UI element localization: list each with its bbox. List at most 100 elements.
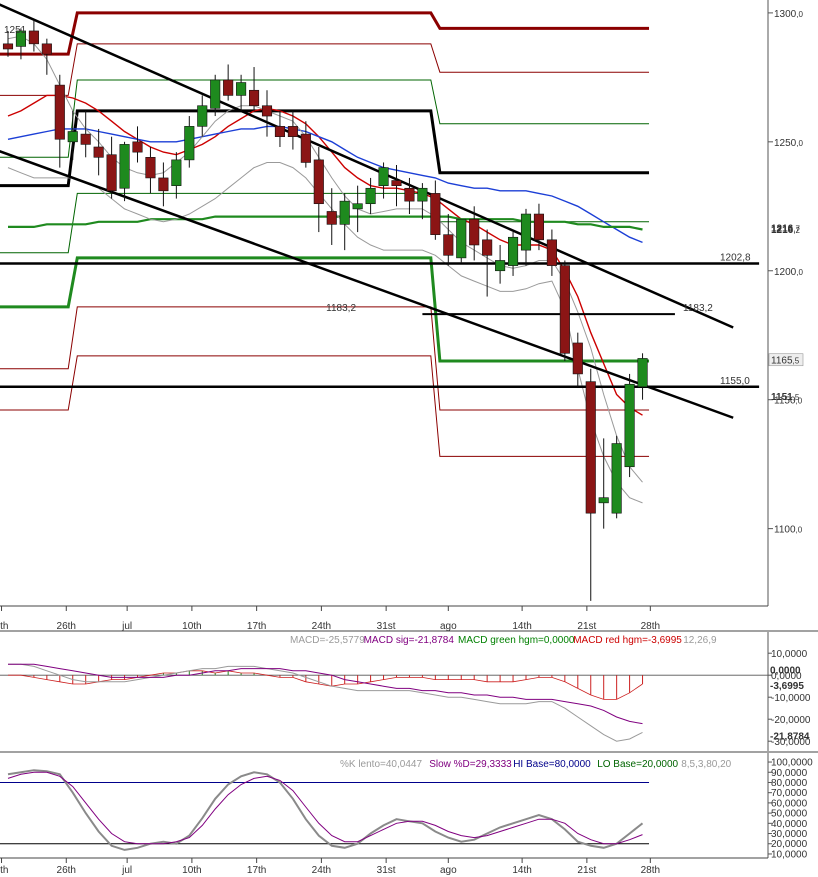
candle-body-down <box>326 211 337 225</box>
level-label: 1183,2 <box>683 303 713 314</box>
price-tick-label: 1250,0 <box>774 138 803 149</box>
date-tick-label: 26th <box>57 621 76 632</box>
stochastic-tick-label: 10,0000 <box>771 849 808 860</box>
candle-43 <box>559 260 570 362</box>
stochastic-panel: %K lento=40,0447 Slow %D=29,3333 HI Base=8… <box>0 753 813 876</box>
date-tick-label: 10th <box>182 621 201 632</box>
candle-body-up <box>637 358 648 388</box>
candle-body-down <box>145 157 156 179</box>
date-tick-label: 28th <box>641 865 660 876</box>
candle-body-down <box>223 79 234 96</box>
macd-tag: 0,0000 <box>770 666 801 677</box>
price-tag-decimal: ,5 <box>793 357 800 366</box>
level-label: 1183,2 <box>326 303 356 314</box>
candle-body-up <box>417 187 428 202</box>
candle-48 <box>624 373 635 478</box>
price-panel: 1202,8 1183,2 1183,2 1155,0 1251 1300,0 1250,… <box>0 0 803 606</box>
macd-panel: MACD=-25,5779MACD sig=-21,8784 MACD green… <box>0 632 818 753</box>
macd-lines <box>8 663 643 742</box>
date-tick-label: 10th <box>182 865 201 876</box>
candle-body-down <box>585 381 596 514</box>
macd-histogram <box>0 670 768 700</box>
candle-body-down <box>300 133 311 163</box>
date-tick-label: 9th <box>0 865 8 876</box>
date-tick-label: 31st <box>377 865 396 876</box>
candle-body-down <box>80 133 91 145</box>
stochastic-axis-ticks: 100,000090,000080,000070,000060,000050,0… <box>768 758 813 860</box>
stochastic-legend: %K lento=40,0447 Slow %D=29,3333 HI Base=8… <box>340 759 732 770</box>
date-tick-label: 28th <box>641 621 660 632</box>
candle-body-down <box>533 213 545 241</box>
candle-body-down <box>313 159 324 205</box>
chart-window: 1202,8 1183,2 1183,2 1155,0 1251 1300,0 1250,… <box>0 0 818 877</box>
candle-body-up <box>611 443 622 514</box>
candle-body-up <box>352 203 363 210</box>
candle-body-up <box>119 144 130 189</box>
candle-body-down <box>41 43 52 55</box>
price-panel-bg <box>0 0 768 606</box>
candle-body-up <box>495 260 506 272</box>
level-label: 1251 <box>4 25 27 36</box>
date-tick-label: ago <box>440 865 457 876</box>
macd-tag: -21,8784 <box>770 732 810 743</box>
date-tick-label: 14th <box>512 865 531 876</box>
stochastic-legend-item: LO Base=20,0000 <box>597 759 678 770</box>
price-tag: 1165,5 <box>771 356 800 367</box>
price-tag: 1216,2 <box>771 225 800 236</box>
date-tick-label: 21st <box>577 621 596 632</box>
candle-body-down <box>572 342 583 375</box>
date-axis: 9th 26th jul 10th 17th 24th 31st ago 14th 21st 28t… <box>0 605 818 632</box>
candle-body-up <box>456 218 467 259</box>
candle-body-down <box>469 218 480 246</box>
candle-body-up <box>507 236 519 266</box>
macd-legend-item: MACD green hgm=0,0000 <box>458 635 575 646</box>
macd-legend-item: 12,26,9 <box>683 635 717 646</box>
candle-body-down <box>482 239 493 256</box>
date-tick-label: 26th <box>57 865 76 876</box>
date-tick-label: 24th <box>312 621 331 632</box>
date-tick-label: 9th <box>0 621 8 632</box>
price-tick-decimal: ,0 <box>796 139 803 148</box>
candle-body-up <box>520 213 532 251</box>
date-tick-label: 24th <box>312 865 331 876</box>
price-tick-label: 1300,0 <box>774 9 803 20</box>
level-label: 1155,0 <box>720 376 750 387</box>
macd-tick-label: -20,0000 <box>771 715 811 726</box>
macd-tag: -3,6995 <box>770 681 804 692</box>
price-tick-decimal: ,0 <box>796 268 803 277</box>
candle-body-down <box>287 126 298 137</box>
date-tick-label: 14th <box>512 621 531 632</box>
price-tick-label: 1100,0 <box>774 525 803 536</box>
bottom-date-axis-ticks: 9th 26th jul 10th 17th 24th 31st ago 14th 21st 28t… <box>0 858 660 876</box>
macd-legend-item: MACD=-25,5779 <box>290 635 365 646</box>
price-tick-decimal: ,0 <box>796 10 803 19</box>
macd-legend-item: MACD red hgm=-3,6995 <box>573 635 682 646</box>
candle-body-down <box>546 239 557 266</box>
candle-body-down <box>559 265 570 354</box>
candle-body-up <box>624 383 635 468</box>
macd-signal-line <box>8 663 643 725</box>
candle-body-down <box>261 105 273 117</box>
candle-body-up <box>210 79 221 109</box>
price-tick-decimal: ,0 <box>796 526 803 535</box>
candle-body-up <box>171 159 182 186</box>
date-tick-label: jul <box>121 865 132 876</box>
date-axis-ticks: 9th 26th jul 10th 17th 24th 31st ago 14th 21st 28t… <box>0 606 660 632</box>
candle-body-up <box>236 82 247 96</box>
candle-body-down <box>249 89 260 107</box>
chart-canvas: 1202,8 1183,2 1183,2 1155,0 1251 1300,0 1250,… <box>0 0 818 876</box>
candle-body-down <box>404 187 415 202</box>
macd-legend: MACD=-25,5779MACD sig=-21,8784 MACD green… <box>290 635 717 646</box>
price-tag: 1151,5 <box>771 392 800 403</box>
stochastic-legend-item: HI Base=80,0000 <box>513 759 591 770</box>
candle-body-down <box>158 177 169 192</box>
candle-body-down <box>93 146 104 158</box>
candle-body-down <box>391 180 402 186</box>
candle-body-down <box>430 193 441 235</box>
candle-body-up <box>339 200 350 225</box>
price-tag-decimal: ,2 <box>793 226 800 235</box>
candle-body-down <box>28 30 39 45</box>
price-axis-ticks: 1300,01250,01200,01150,01100,0 <box>768 9 803 536</box>
price-tick-label: 1200,0 <box>774 267 803 278</box>
date-tick-label: 17th <box>247 865 266 876</box>
